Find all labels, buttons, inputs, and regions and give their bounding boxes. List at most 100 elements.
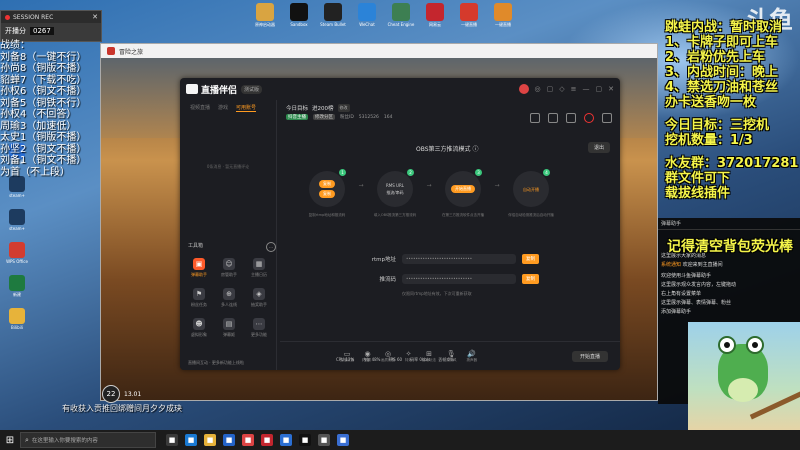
copy-key-button[interactable]: 复制 [522, 274, 539, 284]
chat-message: 欢迎使用斗鱼弹幕助手 [658, 272, 800, 281]
tool-item[interactable]: ▤ 弹幕姬 [214, 318, 244, 338]
level-badge: 22 [102, 385, 120, 403]
task-view-icon[interactable]: ■ [166, 434, 178, 446]
avatar[interactable] [518, 84, 529, 94]
tool-item[interactable]: ☻ 虚拟形象 [184, 318, 214, 338]
edit-target-button[interactable]: 修改 [337, 104, 350, 112]
tab-game[interactable]: 游戏 [218, 104, 228, 112]
step-action-button[interactable]: 开始直播 [451, 185, 475, 193]
gift-icon[interactable]: ◇ [559, 85, 564, 93]
step-action-button[interactable]: 复制 [319, 180, 335, 188]
record-icon[interactable]: ■ [261, 434, 273, 446]
chat-title: 弹幕助手 [658, 218, 800, 230]
live-companion-app[interactable]: 直播伴侣 测试版 ◎ ▢ ◇ ≡ — ▢ ✕ 视频直播 游戏 可用账号 0条消息… [180, 78, 620, 370]
record-dot-icon [5, 14, 10, 20]
edge-icon[interactable]: ■ [185, 434, 197, 446]
tool-item[interactable]: ☺ 房管助手 [214, 258, 244, 278]
maximize-icon[interactable]: ▢ [596, 85, 603, 93]
close-icon[interactable]: ✕ [608, 85, 614, 93]
tool-item[interactable]: ◈ 抽奖助手 [244, 288, 274, 308]
desktop-icon-3[interactable]: WPS Office [2, 239, 32, 264]
tool-item[interactable]: ▦ 主播日历 [244, 258, 274, 278]
lock-icon[interactable] [548, 113, 558, 123]
desktop-icon-4[interactable]: 新建 [2, 272, 32, 297]
rtmp-label: rtmp地址 [371, 257, 396, 263]
desktop-icon-3[interactable]: WeChat [352, 0, 382, 27]
obs-step-4: 4 自动开播 伴侣自动检测推流后自动开播 [508, 169, 554, 218]
desktop-icon-2[interactable]: steam+ [2, 206, 32, 231]
start-live-button[interactable]: 开始直播 [571, 351, 608, 362]
desktop-icon-7[interactable]: 一键直播 [488, 0, 518, 27]
store-icon[interactable]: ■ [223, 434, 235, 446]
desktop-icon-0[interactable]: 原神启动器 [250, 0, 280, 27]
game-app-icon[interactable]: ■ [280, 434, 292, 446]
desktop-icon-6[interactable]: 一键直播 [454, 0, 484, 27]
action-icons [530, 113, 612, 123]
menu-icon[interactable]: ≡ [571, 85, 577, 93]
speaker-icon: 🔊 [467, 349, 477, 358]
desktop-icon-label: 原神启动器 [255, 22, 275, 27]
step-circle: 1 复制 复制 [309, 169, 346, 207]
session-label: 开播分 [5, 27, 26, 35]
headset-icon[interactable]: ◎ [535, 85, 541, 93]
desktop-icon-2[interactable]: Steam Bullet [318, 0, 348, 27]
notice-line [665, 110, 800, 118]
tools-grid: ▣ 弹幕助手 ☺ 房管助手 ▦ 主播日历 ⚑ 粉丝任务 ⊕ 多人连线 ◈ 抽奖助手 ☻ 虚拟形象 ▤ 弹幕姬 ⋯… [184, 258, 274, 338]
tool-item[interactable]: ⋯ 更多功能 [244, 318, 274, 338]
obs-icon[interactable]: ■ [318, 434, 330, 446]
toolbar-speaker[interactable]: 🔊 扬声器 [467, 350, 478, 363]
tab-accounts[interactable]: 可用账号 [236, 104, 257, 112]
app-icon [358, 3, 376, 21]
record-icon[interactable] [584, 113, 594, 123]
copy-icon[interactable] [566, 113, 576, 123]
desktop-icon-label: Cheat Engine [387, 22, 415, 27]
chat-text: 欢迎来到主直播间 [682, 262, 723, 268]
frog-mascot-image [688, 322, 800, 434]
session-rec-window[interactable]: SESSION REC ✕ 开播分 0267 [0, 10, 102, 42]
level-time: 13.01 [124, 390, 142, 398]
taskbar: ⊞ ⌕ 在这里输入你要搜索的内容 ■ ■ ■ ■ ■ ■ ■ ■ ■ ■ [0, 430, 800, 450]
mascot-belly [728, 378, 758, 402]
copy-rtmp-button[interactable]: 复制 [522, 254, 539, 264]
tools-more-icon[interactable]: … [266, 242, 276, 252]
tiktok-icon[interactable]: ■ [299, 434, 311, 446]
minimize-icon[interactable]: — [583, 85, 590, 93]
excel-icon [9, 275, 25, 291]
tool-label: 粉丝任务 [191, 302, 207, 307]
tab-video[interactable]: 视频直播 [190, 104, 210, 112]
sidebar-tabs: 视频直播 游戏 可用账号 [180, 100, 276, 116]
extra-icon[interactable]: ■ [337, 434, 349, 446]
shop-icon[interactable] [530, 113, 540, 123]
key-label: 推流码 [379, 277, 396, 283]
tool-item[interactable]: ⊕ 多人连线 [214, 288, 244, 308]
chrome-icon[interactable]: ■ [242, 434, 254, 446]
step-arrow-icon: → [494, 182, 500, 189]
desktop-icon-5[interactable]: 网易云 [420, 0, 450, 27]
notice-line: 4、禁选刀油和苍丝 [665, 80, 779, 95]
share-icon[interactable] [602, 113, 612, 123]
chat-text: 这里展示观众发言内容，左键拖动 [661, 282, 737, 288]
message-icon[interactable]: ▢ [547, 85, 554, 93]
exit-button[interactable]: 退出 [587, 142, 610, 153]
taskbar-search[interactable]: ⌕ 在这里输入你要搜索的内容 [20, 432, 156, 448]
tool-item[interactable]: ⚑ 粉丝任务 [184, 288, 214, 308]
key-input[interactable]: •••••••••••••••••••••••••••• [402, 274, 516, 284]
edit-category-button[interactable]: 修改分区 [313, 114, 335, 120]
windows-start-icon[interactable]: ⊞ [0, 430, 20, 450]
rtmp-input[interactable]: •••••••••••••••••••••••••••• [402, 254, 516, 264]
tool-item[interactable]: ▣ 弹幕助手 [184, 258, 214, 278]
obs-step-2: 2 RMS URL 推流/串码 填入OBS推流第三方推流码 [373, 169, 417, 218]
steam-icon [324, 3, 342, 21]
desktop-icon-4[interactable]: Cheat Engine [386, 0, 416, 27]
record-item: 孙坚2（铜文不播） [0, 143, 87, 155]
bottom-toolbar: ▭ 直播设置 ◉ 美颜 ◎ 画质设置 ✧ 特效 ⊞ 互动玩法 🎙 麦克风 🔊 扬声器 [280, 341, 620, 370]
session-row: 开播分 0267 [1, 23, 101, 39]
fans-count: 164 [383, 114, 393, 120]
desktop-icon-5[interactable]: Bilibili [2, 305, 32, 330]
close-icon[interactable]: ✕ [92, 13, 98, 21]
status-item: 丢帧 0% [438, 357, 454, 362]
step-action-button[interactable]: 复制 [319, 190, 335, 198]
explorer-icon[interactable]: ■ [204, 434, 216, 446]
promo-text[interactable]: 直播间互动 · 更多新功能上线啦 [188, 360, 244, 366]
desktop-icon-1[interactable]: Sandbox [284, 0, 314, 27]
